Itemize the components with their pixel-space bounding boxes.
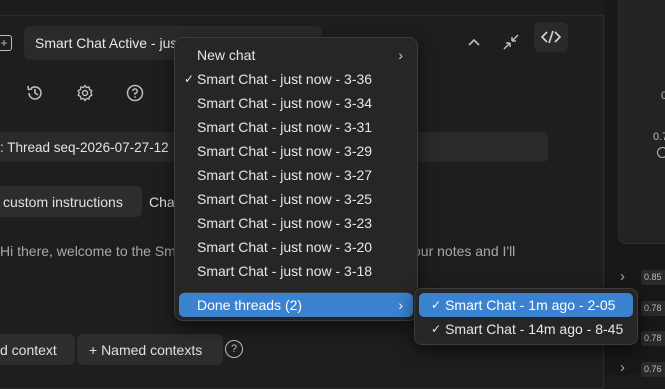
- add-context-button[interactable]: d context: [0, 334, 75, 365]
- plus-label: +: [0, 36, 8, 50]
- menu-item-label: Smart Chat - just now - 3-23: [197, 215, 373, 231]
- menu-item-label: Smart Chat - just now - 3-20: [197, 239, 373, 255]
- code-icon[interactable]: [534, 22, 568, 52]
- score-badge: 0.78: [641, 331, 665, 346]
- new-chat-label: New chat: [197, 47, 256, 63]
- menu-item-thread[interactable]: Smart Chat - just now - 3-20: [179, 235, 413, 259]
- chevron-right-icon[interactable]: ›: [620, 359, 625, 376]
- menu-item-thread[interactable]: Smart Chat - just now - 3-25: [179, 187, 413, 211]
- welcome-text-left: Hi there, welcome to the Sm: [0, 243, 176, 259]
- score-badge: 0.85: [641, 270, 665, 285]
- right-value-1: 0.7: [653, 131, 665, 143]
- menu-item-label: Smart Chat - just now - 3-34: [197, 95, 373, 111]
- menu-item-thread[interactable]: Smart Chat - just now - 3-23: [179, 211, 413, 235]
- chat-label: Cha: [149, 194, 175, 210]
- history-icon[interactable]: [24, 82, 46, 104]
- add-context-label: d context: [0, 341, 57, 358]
- menu-item-label: Smart Chat - just now - 3-18: [197, 263, 373, 279]
- named-contexts-button[interactable]: + Named contexts: [77, 334, 223, 365]
- menu-item-label: Smart Chat - just now - 3-31: [197, 119, 373, 135]
- right-value-0: 0: [661, 90, 665, 102]
- custom-instructions-button[interactable]: custom instructions: [0, 186, 142, 217]
- chevron-right-icon: ›: [398, 297, 403, 313]
- help-circle-icon[interactable]: [124, 82, 146, 104]
- custom-instructions-label: custom instructions: [3, 193, 123, 210]
- gear-icon[interactable]: [74, 82, 96, 104]
- menu-item-label: Smart Chat - just now - 3-25: [197, 191, 373, 207]
- help-label: ?: [230, 343, 238, 355]
- menu-item-thread[interactable]: Smart Chat - just now - 3-18: [179, 259, 413, 283]
- submenu-item-label: Smart Chat - 1m ago - 2-05: [445, 297, 616, 313]
- chevron-right-icon: ›: [398, 47, 403, 63]
- menu-item-label: Smart Chat - just now - 3-27: [197, 167, 373, 183]
- collapse-icon[interactable]: [500, 31, 522, 53]
- checkmark-icon: ✓: [431, 322, 442, 336]
- done-threads-label: Done threads (2): [197, 297, 303, 313]
- named-contexts-label: + Named contexts: [89, 341, 203, 358]
- chevron-up-icon[interactable]: [464, 32, 484, 52]
- menu-item-label: Smart Chat - just now - 3-29: [197, 143, 373, 159]
- menu-item-thread[interactable]: ✓ Smart Chat - just now - 3-36: [179, 67, 413, 91]
- score-badge: 0.78: [641, 301, 665, 316]
- menu-item-thread[interactable]: Smart Chat - just now - 3-34: [179, 91, 413, 115]
- menu-item-label: Smart Chat - just now - 3-36: [197, 71, 373, 87]
- right-card: 0 0.7: [618, 0, 665, 244]
- menu-item-thread[interactable]: Smart Chat - just now - 3-29: [179, 139, 413, 163]
- checkmark-icon: ✓: [184, 72, 195, 86]
- checkmark-icon: ✓: [431, 298, 442, 312]
- menu-item-done-threads[interactable]: Done threads (2) ›: [179, 293, 413, 317]
- submenu-item-thread[interactable]: ✓ Smart Chat - 1m ago - 2-05: [419, 293, 633, 317]
- radio-icon[interactable]: [657, 147, 665, 158]
- chevron-right-icon[interactable]: ›: [620, 268, 625, 285]
- done-threads-submenu: ✓ Smart Chat - 1m ago - 2-05 ✓ Smart Cha…: [414, 288, 638, 345]
- thread-menu: New chat › ✓ Smart Chat - just now - 3-3…: [174, 37, 418, 321]
- menu-item-new-chat[interactable]: New chat ›: [179, 43, 413, 67]
- welcome-text-right: our notes and I'll: [413, 243, 516, 259]
- menu-item-thread[interactable]: Smart Chat - just now - 3-31: [179, 115, 413, 139]
- plus-square-icon[interactable]: +: [0, 35, 12, 51]
- submenu-item-thread[interactable]: ✓ Smart Chat - 14m ago - 8-45: [419, 317, 633, 341]
- thread-name-value: : Thread seq-2026-07-27-12: [0, 139, 169, 155]
- help-circle-icon[interactable]: ?: [225, 340, 243, 358]
- menu-item-thread[interactable]: Smart Chat - just now - 3-27: [179, 163, 413, 187]
- submenu-item-label: Smart Chat - 14m ago - 8-45: [445, 321, 624, 337]
